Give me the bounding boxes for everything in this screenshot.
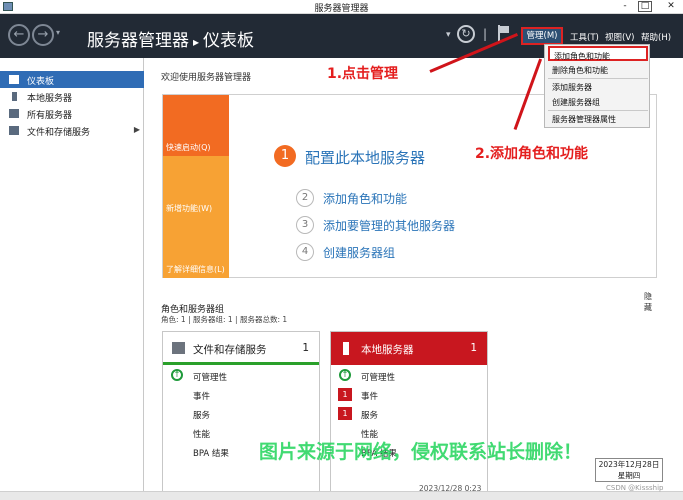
sidebar-item-file-storage[interactable]: 文件和存储服务 ▶ <box>0 122 144 139</box>
menu-item-label: 创建服务器组 <box>552 98 600 107</box>
tile-quick-start[interactable]: 快速启动(Q) <box>163 95 229 156</box>
card-row-events[interactable]: 事件 <box>361 390 378 402</box>
alert-count-badge: 1 <box>338 388 352 401</box>
role-card-local-server[interactable]: 本地服务器 1 ↑ 可管理性 1 事件 1 服务 性能 BPA 结果 2023/… <box>330 331 488 496</box>
status-ok-icon: ↑ <box>171 369 183 381</box>
watermark-text: 图片来源于网络，侵权联系站长删除！ <box>259 441 583 463</box>
forward-button[interactable]: → <box>32 24 54 46</box>
menu-item-label: 添加角色和功能 <box>554 52 610 61</box>
tile-learn-more[interactable]: 了解详细信息(L) <box>163 217 229 278</box>
sidebar-item-label: 仪表板 <box>27 77 55 87</box>
taskbar-clock[interactable]: 2023年12月28日 星期四 <box>595 458 663 482</box>
welcome-title: 欢迎使用服务器管理器 <box>161 73 252 83</box>
view-menu[interactable]: 视图(V) <box>605 31 634 43</box>
card-row-bpa[interactable]: BPA 结果 <box>193 447 229 459</box>
file-storage-icon <box>9 126 19 135</box>
file-storage-icon <box>172 342 185 354</box>
refresh-dropdown-icon[interactable]: ▾ <box>446 30 451 40</box>
dashboard-icon <box>9 75 19 84</box>
breadcrumb-separator-icon: ▸ <box>193 35 200 49</box>
chevron-right-icon[interactable]: ▶ <box>134 125 140 134</box>
step-number-badge: 4 <box>296 243 314 261</box>
tile-label: 了解详细信息(L) <box>166 265 225 274</box>
menu-item-add-servers[interactable]: 添加服务器 <box>548 79 648 94</box>
sidebar-item-label: 本地服务器 <box>27 94 73 104</box>
server-icon <box>12 92 17 101</box>
server-icon <box>343 342 349 355</box>
annotation-add-roles: 2.添加角色和功能 <box>475 146 589 162</box>
back-button[interactable]: ← <box>8 24 30 46</box>
sidebar-item-label: 所有服务器 <box>27 111 73 121</box>
maximize-button[interactable]: □ <box>638 1 652 12</box>
sidebar-item-local-server[interactable]: 本地服务器 <box>0 88 144 105</box>
card-row-manageability[interactable]: 可管理性 <box>361 371 395 383</box>
credit-text: CSDN @Kissship <box>606 484 664 492</box>
status-ok-icon: ↑ <box>339 369 351 381</box>
step-add-roles-features[interactable]: 添加角色和功能 <box>323 190 407 207</box>
close-button[interactable]: ✕ <box>664 0 678 13</box>
role-card-file-storage[interactable]: 文件和存储服务 1 ↑ 可管理性 事件 服务 性能 BPA 结果 <box>162 331 320 496</box>
menu-item-label: 添加服务器 <box>552 83 592 92</box>
manage-dropdown-menu: 添加角色和功能 删除角色和功能 添加服务器 创建服务器组 服务器管理器属性 <box>544 44 650 128</box>
breadcrumb: 服务器管理器 ▸ 仪表板 <box>87 26 254 51</box>
card-row-services[interactable]: 服务 <box>361 409 378 421</box>
manage-menu[interactable]: 管理(M) <box>521 27 563 45</box>
menu-item-remove-roles-features[interactable]: 删除角色和功能 <box>548 62 648 77</box>
sidebar-item-dashboard[interactable]: 仪表板 <box>0 71 144 88</box>
help-menu[interactable]: 帮助(H) <box>641 31 671 43</box>
step-number-badge: 3 <box>296 216 314 234</box>
step-configure-local-server[interactable]: 配置此本地服务器 <box>305 147 425 168</box>
menu-item-label: 删除角色和功能 <box>552 66 608 75</box>
tile-label: 新增功能(W) <box>166 204 213 213</box>
tools-menu[interactable]: 工具(T) <box>570 31 599 43</box>
horizontal-scrollbar[interactable] <box>0 491 683 500</box>
clock-date: 2023年12月28日 <box>598 460 660 469</box>
breadcrumb-current: 仪表板 <box>203 31 255 51</box>
roles-summary: 角色: 1 | 服务器组: 1 | 服务器总数: 1 <box>161 315 288 324</box>
card-header[interactable]: 本地服务器 1 <box>331 332 487 365</box>
menu-item-server-manager-properties[interactable]: 服务器管理器属性 <box>548 111 648 126</box>
card-count: 1 <box>470 342 477 354</box>
card-header[interactable]: 文件和存储服务 1 <box>163 332 319 365</box>
header-separator: | <box>483 27 488 41</box>
refresh-button[interactable]: ↻ <box>457 25 475 43</box>
hide-link[interactable]: 隐藏 <box>644 291 656 313</box>
alert-count-badge: 1 <box>338 407 352 420</box>
menu-item-label: 服务器管理器属性 <box>552 115 616 124</box>
card-row-events[interactable]: 事件 <box>193 390 210 402</box>
breadcrumb-root[interactable]: 服务器管理器 <box>87 31 189 51</box>
menu-item-create-server-group[interactable]: 创建服务器组 <box>548 94 648 109</box>
menu-item-add-roles-features[interactable]: 添加角色和功能 <box>548 46 648 61</box>
step-create-server-group[interactable]: 创建服务器组 <box>323 244 395 261</box>
servers-icon <box>9 109 19 118</box>
card-count: 1 <box>302 342 309 354</box>
card-title: 本地服务器 <box>361 344 414 356</box>
tile-whats-new[interactable]: 新增功能(W) <box>163 156 229 217</box>
card-row-manageability[interactable]: 可管理性 <box>193 371 227 383</box>
sidebar: 仪表板 本地服务器 所有服务器 文件和存储服务 ▶ <box>0 58 144 500</box>
annotation-click-manage: 1.点击管理 <box>327 66 399 82</box>
card-title: 文件和存储服务 <box>193 344 267 356</box>
history-dropdown-icon[interactable]: ▾ <box>56 28 60 37</box>
step-add-servers[interactable]: 添加要管理的其他服务器 <box>323 217 455 234</box>
title-bar: 服务器管理器 - □ ✕ <box>0 0 683 14</box>
card-row-services[interactable]: 服务 <box>193 409 210 421</box>
step-number-badge: 2 <box>296 189 314 207</box>
sidebar-item-label: 文件和存储服务 <box>27 128 91 138</box>
step-number-badge: 1 <box>274 145 296 167</box>
window-title: 服务器管理器 <box>314 4 369 14</box>
clock-weekday: 星期四 <box>617 471 641 480</box>
sidebar-item-all-servers[interactable]: 所有服务器 <box>0 105 144 122</box>
tile-label: 快速启动(Q) <box>166 143 211 152</box>
minimize-button[interactable]: - <box>618 0 632 13</box>
card-row-performance[interactable]: 性能 <box>193 428 210 440</box>
